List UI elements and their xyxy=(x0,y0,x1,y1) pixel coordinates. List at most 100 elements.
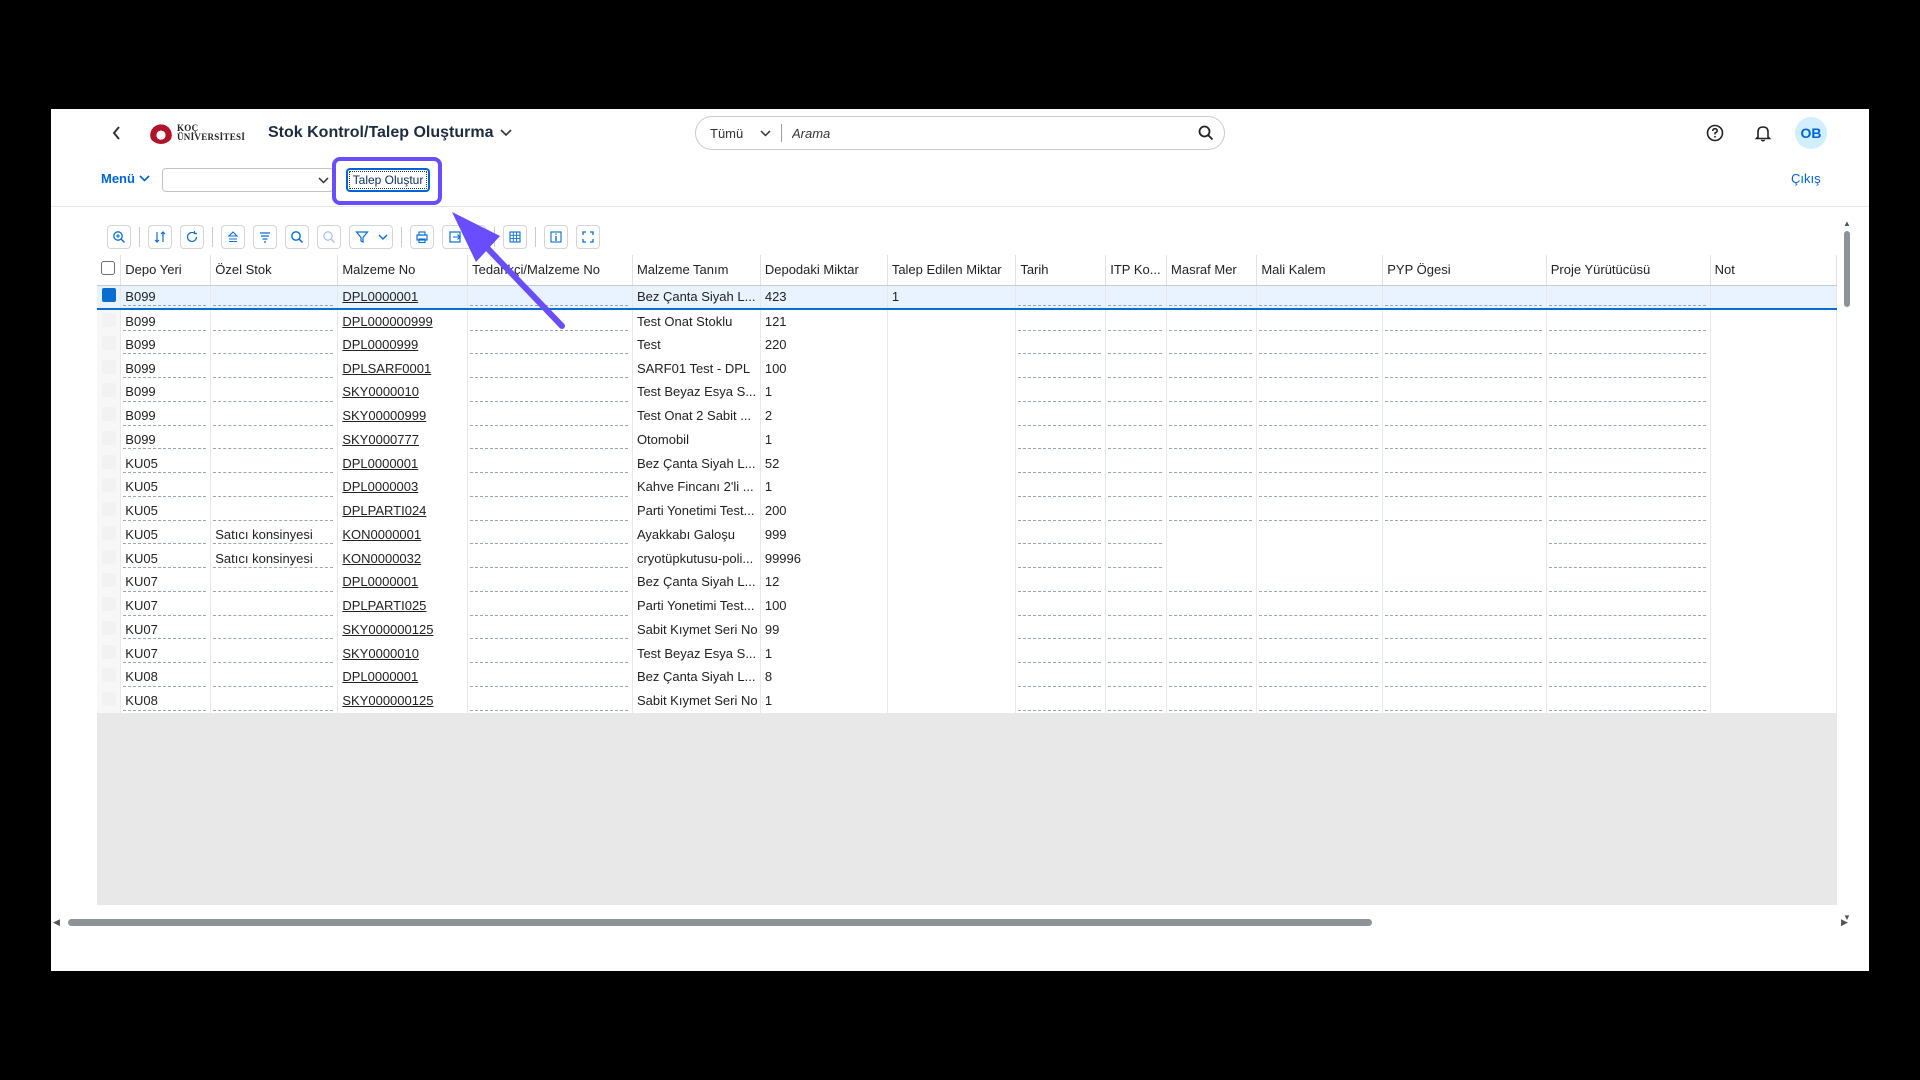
cell-tarih[interactable] xyxy=(1015,332,1107,357)
row-selector-marker[interactable] xyxy=(101,668,116,683)
cell-itp[interactable] xyxy=(1105,641,1168,665)
cell-talep-edilen-miktar[interactable] xyxy=(887,332,1017,357)
cell-pyp-ogesi[interactable] xyxy=(1382,570,1547,594)
row-selector-marker[interactable] xyxy=(101,454,116,469)
cell-tarih[interactable] xyxy=(1015,546,1107,570)
column-header-not[interactable]: Not xyxy=(1710,255,1837,286)
cell-tarih[interactable] xyxy=(1015,403,1107,428)
cell-pyp-ogesi[interactable] xyxy=(1382,522,1547,547)
cell-not[interactable] xyxy=(1710,475,1837,499)
sort-ascending-button[interactable] xyxy=(221,225,245,249)
cell-talep-edilen-miktar[interactable] xyxy=(887,522,1017,547)
cell-tarih[interactable] xyxy=(1015,688,1107,713)
cell-talep-edilen-miktar[interactable] xyxy=(887,380,1017,404)
cell-not[interactable] xyxy=(1710,617,1837,642)
cell-not[interactable] xyxy=(1710,356,1837,380)
cell-not[interactable] xyxy=(1710,427,1837,452)
cell-talep-edilen-miktar[interactable] xyxy=(887,403,1017,428)
cell-itp[interactable] xyxy=(1105,380,1168,404)
search-scope-select[interactable]: Tümü xyxy=(696,124,782,142)
material-link[interactable]: DPL0000001 xyxy=(342,574,418,589)
cell-pyp-ogesi[interactable] xyxy=(1382,451,1547,475)
material-link[interactable]: SKY0000010 xyxy=(342,646,419,661)
cell-proje-yurutucusu[interactable] xyxy=(1546,617,1711,642)
cell-pyp-ogesi[interactable] xyxy=(1382,617,1547,642)
row-selector[interactable] xyxy=(97,427,122,452)
vertical-scroll-thumb[interactable] xyxy=(1844,231,1850,307)
horizontal-scrollbar[interactable]: ◀ ▶ xyxy=(51,916,1859,930)
cell-pyp-ogesi[interactable] xyxy=(1382,546,1547,570)
cell-itp[interactable] xyxy=(1105,498,1168,523)
cell-mali-kalem[interactable] xyxy=(1256,498,1384,523)
table-row[interactable]: B099 DPL0000999 Test 220 xyxy=(97,332,1837,357)
table-row[interactable]: KU08 DPL0000001 Bez Çanta Siyah L... 8 xyxy=(97,665,1837,689)
cell-mali-kalem[interactable] xyxy=(1256,617,1384,642)
cell-mali-kalem[interactable] xyxy=(1256,522,1384,547)
cell-masraf-mer[interactable] xyxy=(1166,403,1258,428)
column-header-tedarikci-malzeme-no[interactable]: Tedarikçi/Malzeme No xyxy=(467,255,633,286)
search-input[interactable] xyxy=(782,125,1188,141)
table-row[interactable]: B099 DPL0000001 Bez Çanta Siyah L... 423 1 xyxy=(97,285,1837,309)
cell-itp[interactable] xyxy=(1105,332,1168,357)
row-selector-marker[interactable] xyxy=(101,312,116,327)
cell-pyp-ogesi[interactable] xyxy=(1382,641,1547,665)
cell-not[interactable] xyxy=(1710,403,1837,428)
row-selector-marker[interactable] xyxy=(101,644,116,659)
cell-itp[interactable] xyxy=(1105,451,1168,475)
row-selector-marker[interactable] xyxy=(101,383,116,398)
cell-itp[interactable] xyxy=(1105,688,1168,713)
cell-masraf-mer[interactable] xyxy=(1166,546,1258,570)
cell-masraf-mer[interactable] xyxy=(1166,665,1258,689)
cell-proje-yurutucusu[interactable] xyxy=(1546,380,1711,404)
row-selector[interactable] xyxy=(97,451,122,475)
row-selector[interactable] xyxy=(97,522,122,547)
row-selector[interactable] xyxy=(97,593,122,618)
cell-itp[interactable] xyxy=(1105,308,1168,333)
cell-not[interactable] xyxy=(1710,546,1837,570)
table-row[interactable]: KU05 DPLPARTI024 Parti Yonetimi Test... 200 xyxy=(97,498,1837,523)
row-selector[interactable] xyxy=(97,332,122,357)
cell-masraf-mer[interactable] xyxy=(1166,451,1258,475)
cell-pyp-ogesi[interactable] xyxy=(1382,308,1547,333)
material-link[interactable]: DPLPARTI024 xyxy=(342,503,426,518)
cell-tarih[interactable] xyxy=(1015,665,1107,689)
column-header-masraf-mer[interactable]: Masraf Mer xyxy=(1166,255,1258,286)
back-button[interactable] xyxy=(107,123,127,143)
row-selector-marker[interactable] xyxy=(101,573,116,588)
scroll-up-icon[interactable]: ▲ xyxy=(1842,219,1852,229)
cell-tarih[interactable] xyxy=(1015,522,1107,547)
cell-not[interactable] xyxy=(1710,498,1837,523)
cell-not[interactable] xyxy=(1710,570,1837,594)
material-link[interactable]: DPL0000001 xyxy=(342,669,418,684)
cell-tarih[interactable] xyxy=(1015,451,1107,475)
cell-talep-edilen-miktar[interactable] xyxy=(887,665,1017,689)
column-header-mali-kalem[interactable]: Mali Kalem xyxy=(1256,255,1384,286)
cell-proje-yurutucusu[interactable] xyxy=(1546,356,1711,380)
cell-mali-kalem[interactable] xyxy=(1256,308,1384,333)
info-button[interactable] xyxy=(544,225,568,249)
cell-pyp-ogesi[interactable] xyxy=(1382,380,1547,404)
cell-talep-edilen-miktar[interactable] xyxy=(887,451,1017,475)
material-link[interactable]: DPLSARF0001 xyxy=(342,361,431,376)
cell-proje-yurutucusu[interactable] xyxy=(1546,403,1711,428)
table-row[interactable]: KU08 SKY000000125 Sabit Kıymet Seri No 1 xyxy=(97,688,1837,713)
row-selector-marker[interactable] xyxy=(101,525,116,540)
cell-masraf-mer[interactable] xyxy=(1166,641,1258,665)
row-selector[interactable] xyxy=(97,570,122,594)
cell-itp[interactable] xyxy=(1105,356,1168,380)
cell-mali-kalem[interactable] xyxy=(1256,475,1384,499)
cell-not[interactable] xyxy=(1710,380,1837,404)
app-title-menu[interactable]: Stok Kontrol/Talep Oluşturma xyxy=(268,124,512,142)
column-header-depo-yeri[interactable]: Depo Yeri xyxy=(120,255,212,286)
cell-talep-edilen-miktar[interactable] xyxy=(887,688,1017,713)
cell-proje-yurutucusu[interactable] xyxy=(1546,332,1711,357)
column-header-itp[interactable]: ITP Ko... xyxy=(1105,255,1168,286)
avatar[interactable]: OB xyxy=(1795,117,1827,149)
refresh-button[interactable] xyxy=(180,225,204,249)
material-link[interactable]: DPL000000999 xyxy=(342,314,432,329)
cell-proje-yurutucusu[interactable] xyxy=(1546,308,1711,333)
cell-itp[interactable] xyxy=(1105,593,1168,618)
cell-itp[interactable] xyxy=(1105,427,1168,452)
cell-mali-kalem[interactable] xyxy=(1256,285,1384,309)
row-selector[interactable] xyxy=(97,308,122,333)
